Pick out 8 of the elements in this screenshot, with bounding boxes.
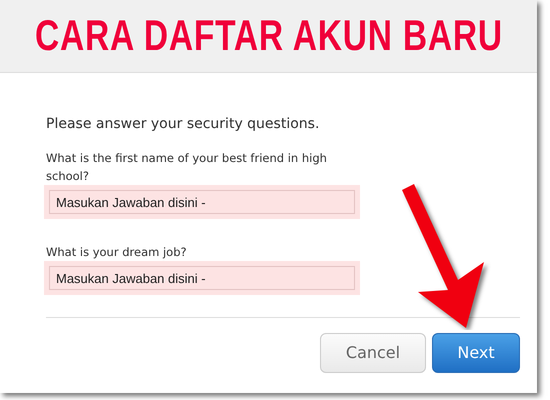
cancel-button[interactable]: Cancel bbox=[320, 333, 426, 373]
answer-field[interactable]: Masukan Jawaban disini - bbox=[49, 190, 355, 214]
question-label: What is your dream job? bbox=[46, 244, 188, 261]
answer-field[interactable]: Masukan Jawaban disini - bbox=[49, 266, 355, 290]
next-button[interactable]: Next bbox=[432, 333, 520, 373]
question-label: What is the first name of your best friend in high school? bbox=[46, 150, 328, 185]
banner-title: CARA DAFTAR AKUN BARU bbox=[34, 10, 502, 62]
instruction-text: Please answer your security questions. bbox=[46, 115, 320, 134]
